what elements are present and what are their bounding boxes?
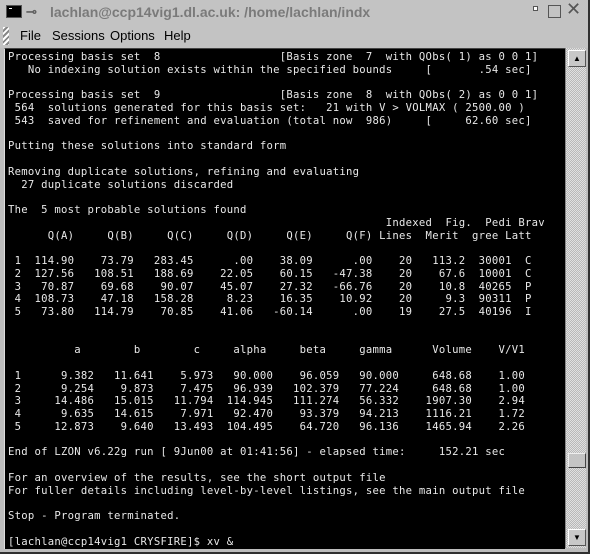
terminal-line: [8, 434, 545, 447]
terminal-line: Processing basis set 9 [Basis zone 8 wit…: [8, 89, 545, 102]
terminal-line: No indexing solution exists within the s…: [8, 64, 545, 77]
menu-bar: File Sessions Options Help: [0, 24, 588, 48]
terminal-line: [8, 191, 545, 204]
terminal-line: For fuller details including level-by-le…: [8, 485, 545, 498]
maximize-icon[interactable]: [548, 5, 561, 18]
arrow-up-icon: ▲: [573, 54, 581, 63]
menu-sessions[interactable]: Sessions: [52, 28, 105, 43]
terminal-line: 3 14.486 15.015 11.794 114.945 111.274 5…: [8, 395, 545, 408]
terminal-line: [8, 128, 545, 141]
terminal-line: Removing duplicate solutions, refining a…: [8, 166, 545, 179]
pin-icon[interactable]: ⊸: [26, 4, 37, 20]
terminal-line: 4 108.73 47.18 158.28 8.23 16.35 10.92 2…: [8, 293, 545, 306]
menu-file[interactable]: File: [20, 28, 41, 43]
title-bar[interactable]: ⊸ lachlan@ccp14vig1.dl.ac.uk: /home/lach…: [0, 0, 588, 24]
menubar-grip-handle[interactable]: [3, 27, 9, 45]
window-title: lachlan@ccp14vig1.dl.ac.uk: /home/lachla…: [50, 4, 370, 20]
terminal-line: Indexed Fig. Pedi Brav: [8, 217, 545, 230]
terminal-line: [8, 153, 545, 166]
terminal-line: [8, 459, 545, 472]
terminal-line: 5 12.873 9.640 13.493 104.495 64.720 96.…: [8, 421, 545, 434]
terminal-line: 5 73.80 114.79 70.85 41.06 -60.14 .00 19…: [8, 306, 545, 319]
vertical-scrollbar[interactable]: ▲ ▼: [565, 48, 586, 548]
terminal-line: Stop - Program terminated.: [8, 510, 545, 523]
terminal-line: 2 127.56 108.51 188.69 22.05 60.15 -47.3…: [8, 268, 545, 281]
minimize-icon[interactable]: [533, 6, 538, 11]
terminal-line: 564 solutions generated for this basis s…: [8, 102, 545, 115]
terminal-line: 1 114.90 73.79 283.45 .00 38.09 .00 20 1…: [8, 255, 545, 268]
scrollbar-thumb[interactable]: [568, 453, 586, 468]
terminal-line: [lachlan@ccp14vig1 CRYSFIRE]$ xv &: [8, 536, 545, 549]
terminal-line: 2 9.254 9.873 7.475 96.939 102.379 77.22…: [8, 383, 545, 396]
terminal-line: a b c alpha beta gamma Volume V/V1: [8, 344, 545, 357]
terminal-line: Processing basis set 8 [Basis zone 7 wit…: [8, 51, 545, 64]
menu-options[interactable]: Options: [110, 28, 155, 43]
terminal-window: ⊸ lachlan@ccp14vig1.dl.ac.uk: /home/lach…: [0, 0, 590, 554]
terminal-line: Putting these solutions into standard fo…: [8, 140, 545, 153]
terminal-line: The 5 most probable solutions found: [8, 204, 545, 217]
terminal-line: For an overview of the results, see the …: [8, 472, 545, 485]
terminal-icon[interactable]: [6, 5, 22, 18]
scroll-up-button[interactable]: ▲: [568, 50, 586, 67]
terminal-line: [8, 357, 545, 370]
terminal-line: Q(A) Q(B) Q(C) Q(D) Q(E) Q(F) Lines Meri…: [8, 230, 545, 243]
terminal-output-area[interactable]: Processing basis set 8 [Basis zone 7 wit…: [4, 48, 565, 549]
menu-help[interactable]: Help: [164, 28, 191, 43]
scroll-down-button[interactable]: ▼: [568, 529, 586, 546]
terminal-text: Processing basis set 8 [Basis zone 7 wit…: [8, 51, 545, 548]
terminal-line: 27 duplicate solutions discarded: [8, 179, 545, 192]
terminal-line: 543 saved for refinement and evaluation …: [8, 115, 545, 128]
terminal-line: 1 9.382 11.641 5.973 90.000 96.059 90.00…: [8, 370, 545, 383]
terminal-line: 4 9.635 14.615 7.971 92.470 93.379 94.21…: [8, 408, 545, 421]
terminal-line: End of LZON v6.22g run [ 9Jun00 at 01:41…: [8, 446, 545, 459]
terminal-line: [8, 242, 545, 255]
terminal-line: [8, 319, 545, 332]
terminal-line: 3 70.87 69.68 90.07 45.07 27.32 -66.76 2…: [8, 281, 545, 294]
terminal-line: [8, 77, 545, 90]
arrow-down-icon: ▼: [573, 533, 581, 542]
terminal-line: [8, 523, 545, 536]
close-icon[interactable]: ✕: [566, 2, 581, 16]
terminal-line: [8, 332, 545, 345]
terminal-line: [8, 497, 545, 510]
